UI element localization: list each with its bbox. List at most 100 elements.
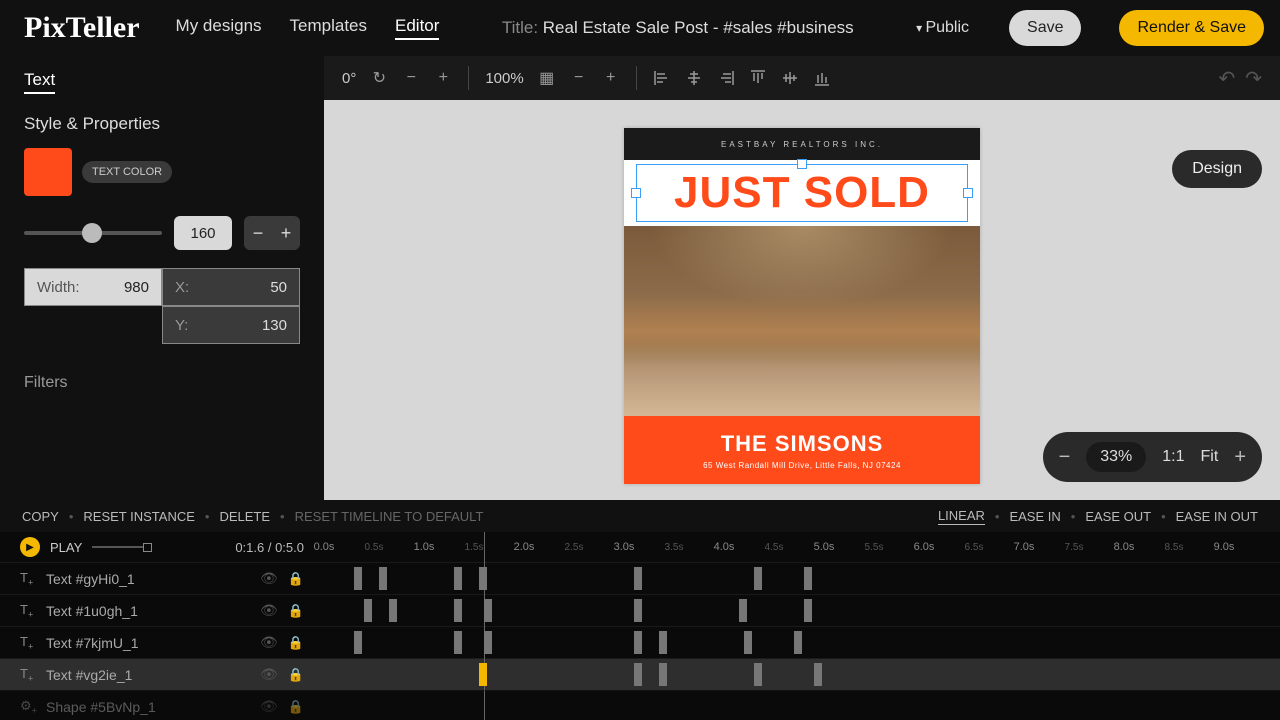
lock-icon[interactable]: 🔒 (288, 603, 304, 619)
playback-speed-slider[interactable] (92, 546, 152, 548)
align-bottom-icon[interactable] (813, 69, 831, 87)
zoom-percent[interactable]: 33% (1086, 442, 1146, 472)
align-center-v-icon[interactable] (781, 69, 799, 87)
keyframe-track[interactable] (324, 627, 1280, 658)
keyframe[interactable] (454, 631, 462, 654)
lock-icon[interactable]: 🔒 (288, 667, 304, 683)
save-button[interactable]: Save (1009, 10, 1081, 46)
action-delete[interactable]: DELETE (219, 509, 270, 524)
keyframe-track[interactable] (324, 659, 1280, 690)
logo[interactable]: PixTeller (16, 9, 148, 47)
visibility-icon[interactable]: 👁 (260, 570, 278, 587)
rotate-decrement[interactable]: − (402, 69, 420, 87)
keyframe[interactable] (804, 599, 812, 622)
resize-handle-top[interactable] (797, 159, 807, 169)
nav-my-designs[interactable]: My designs (176, 16, 262, 40)
timeline-row[interactable]: T+Text #gyHi0_1👁🔒 (0, 562, 1280, 594)
keyframe[interactable] (754, 663, 762, 686)
nav-templates[interactable]: Templates (290, 16, 367, 40)
keyframe[interactable] (484, 599, 492, 622)
timeline-row[interactable]: T+Text #1u0gh_1👁🔒 (0, 594, 1280, 626)
lock-icon[interactable]: 🔒 (288, 699, 304, 715)
font-size-slider[interactable] (24, 231, 162, 235)
keyframe-track[interactable] (324, 595, 1280, 626)
align-right-icon[interactable] (717, 69, 735, 87)
zoom-out[interactable]: − (1059, 446, 1071, 469)
action-reset-instance[interactable]: RESET INSTANCE (83, 509, 194, 524)
sidebar-section-style[interactable]: Style & Properties (24, 114, 300, 134)
timeline-ruler[interactable]: 0.0s0.5s1.0s1.5s2.0s2.5s3.0s3.5s4.0s4.5s… (324, 532, 1280, 562)
keyframe[interactable] (739, 599, 747, 622)
zoom-fit[interactable]: Fit (1201, 448, 1219, 466)
easing-ease-in-out[interactable]: EASE IN OUT (1176, 509, 1258, 524)
lock-icon[interactable]: 🔒 (288, 571, 304, 587)
poster[interactable]: EASTBAY REALTORS INC. JUST SOLD THE SIMS… (624, 128, 980, 484)
size-decrement[interactable]: − (244, 216, 272, 250)
action-copy[interactable]: COPY (22, 509, 59, 524)
keyframe[interactable] (634, 631, 642, 654)
transparency-icon[interactable]: ▦ (538, 69, 556, 87)
align-center-h-icon[interactable] (685, 69, 703, 87)
keyframe[interactable] (794, 631, 802, 654)
timeline-row[interactable]: T+Text #vg2ie_1👁🔒 (0, 658, 1280, 690)
rotate-icon[interactable]: ↻ (370, 69, 388, 87)
visibility-icon[interactable]: 👁 (260, 698, 278, 715)
keyframe[interactable] (354, 631, 362, 654)
keyframe[interactable] (754, 567, 762, 590)
title-area[interactable]: Title: Real Estate Sale Post - #sales #b… (467, 18, 888, 38)
zoom-1to1[interactable]: 1:1 (1162, 448, 1184, 466)
keyframe[interactable] (389, 599, 397, 622)
size-increment[interactable]: + (272, 216, 300, 250)
keyframe-track[interactable] (324, 691, 1280, 720)
stage[interactable]: EASTBAY REALTORS INC. JUST SOLD THE SIMS… (324, 100, 1280, 500)
timeline-row[interactable]: ⚙+Shape #5BvNp_1👁🔒 (0, 690, 1280, 720)
keyframe-track[interactable] (324, 563, 1280, 594)
keyframe[interactable] (659, 663, 667, 686)
keyframe[interactable] (814, 663, 822, 686)
y-field[interactable]: Y:130 (162, 306, 300, 344)
slider-knob[interactable] (82, 223, 102, 243)
zoom-in[interactable]: + (1234, 446, 1246, 469)
easing-ease-in[interactable]: EASE IN (1009, 509, 1060, 524)
timeline-row[interactable]: T+Text #7kjmU_1👁🔒 (0, 626, 1280, 658)
font-size-input[interactable] (174, 216, 232, 250)
lock-icon[interactable]: 🔒 (288, 635, 304, 651)
undo-icon[interactable]: ↶ (1218, 66, 1235, 91)
x-field[interactable]: X:50 (162, 268, 300, 306)
keyframe[interactable] (659, 631, 667, 654)
align-top-icon[interactable] (749, 69, 767, 87)
visibility-icon[interactable]: 👁 (260, 666, 278, 683)
selection-box[interactable] (636, 164, 968, 222)
keyframe[interactable] (804, 567, 812, 590)
keyframe[interactable] (454, 567, 462, 590)
sidebar-tab-text[interactable]: Text (24, 70, 55, 94)
visibility-icon[interactable]: 👁 (260, 602, 278, 619)
text-color-swatch[interactable] (24, 148, 72, 196)
easing-ease-out[interactable]: EASE OUT (1085, 509, 1151, 524)
keyframe[interactable] (484, 631, 492, 654)
keyframe[interactable] (354, 567, 362, 590)
action-reset-timeline[interactable]: RESET TIMELINE TO DEFAULT (295, 509, 484, 524)
opacity-increment[interactable]: + (602, 69, 620, 87)
play-button[interactable]: ▶ (20, 537, 40, 557)
render-save-button[interactable]: Render & Save (1119, 10, 1264, 46)
keyframe[interactable] (454, 599, 462, 622)
visibility-dropdown[interactable]: Public (916, 19, 969, 37)
width-field[interactable]: Width:980 (24, 268, 162, 306)
nav-editor[interactable]: Editor (395, 16, 439, 40)
visibility-icon[interactable]: 👁 (260, 634, 278, 651)
keyframe[interactable] (634, 599, 642, 622)
keyframe[interactable] (479, 567, 487, 590)
keyframe[interactable] (479, 663, 487, 686)
resize-handle-right[interactable] (963, 188, 973, 198)
design-mode-button[interactable]: Design (1172, 150, 1262, 188)
keyframe[interactable] (364, 599, 372, 622)
opacity-decrement[interactable]: − (570, 69, 588, 87)
keyframe[interactable] (379, 567, 387, 590)
align-left-icon[interactable] (653, 69, 671, 87)
rotate-increment[interactable]: + (434, 69, 452, 87)
keyframe[interactable] (744, 631, 752, 654)
keyframe[interactable] (634, 663, 642, 686)
redo-icon[interactable]: ↷ (1245, 66, 1262, 91)
sidebar-section-filters[interactable]: Filters (24, 374, 300, 392)
